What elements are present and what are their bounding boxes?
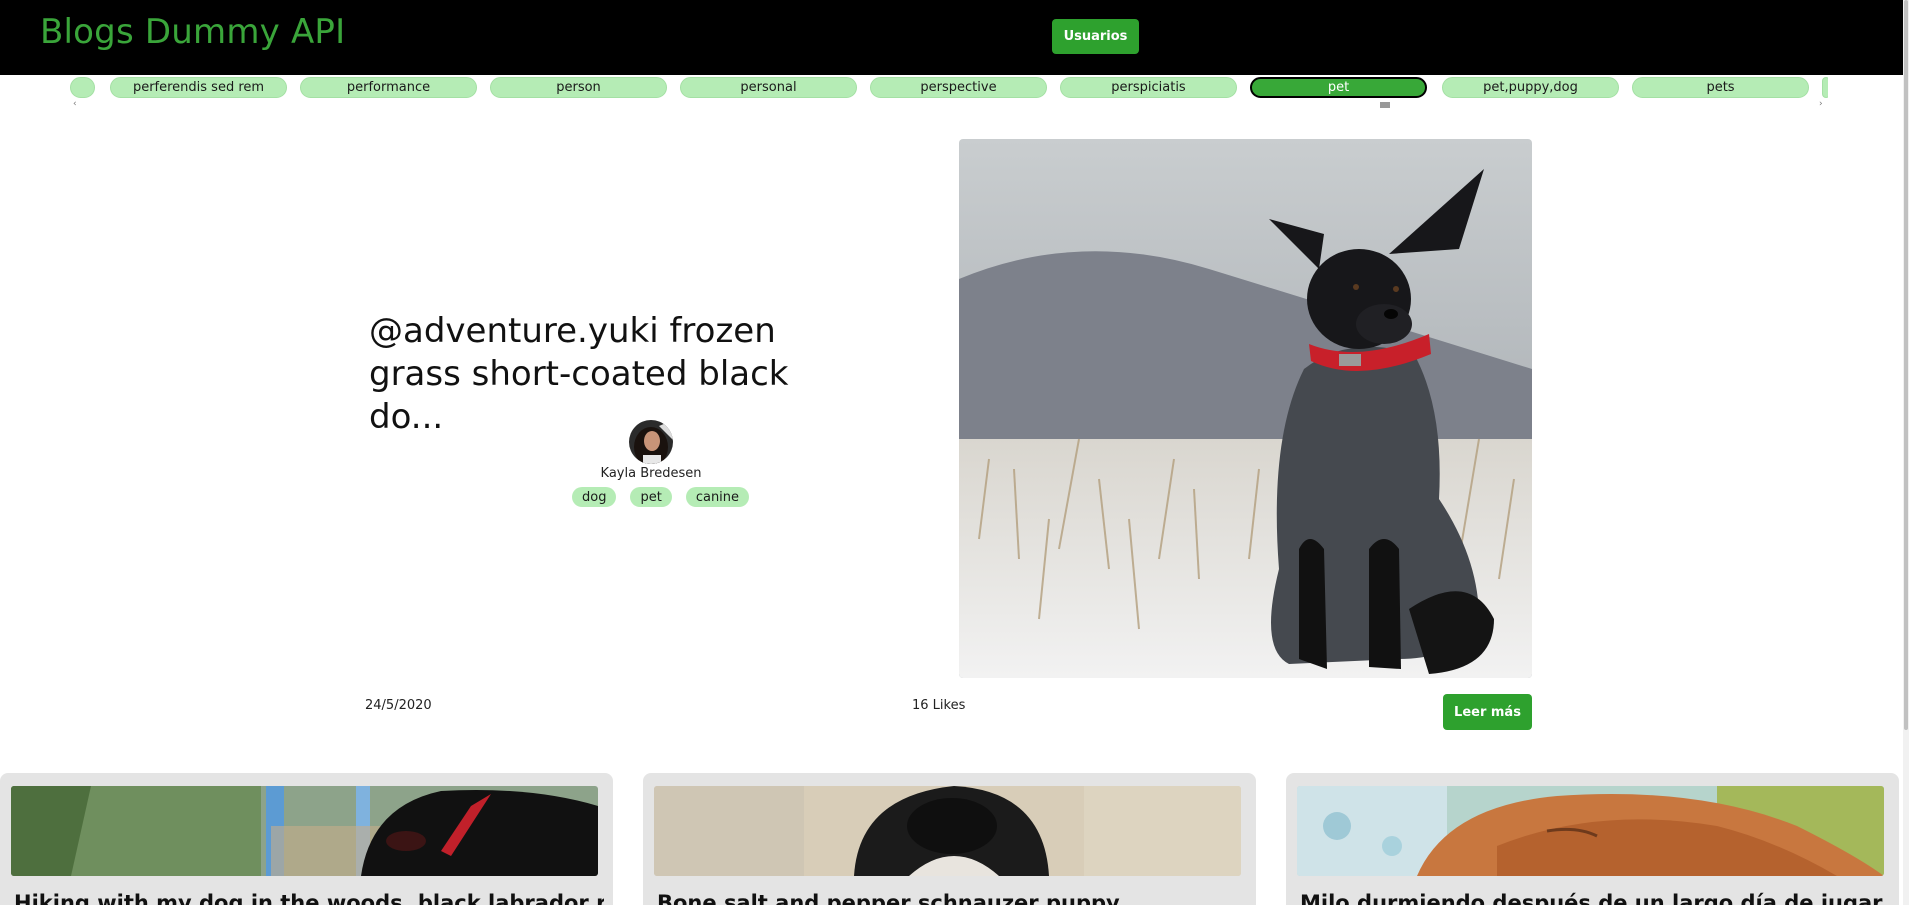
post-date: 24/5/2020 [365, 698, 432, 713]
tag-chip[interactable]: perferendis sed rem [110, 77, 287, 98]
post-card-image[interactable] [654, 786, 1241, 876]
brand-title[interactable]: Blogs Dummy API [40, 12, 345, 52]
tag-chip[interactable]: pet,puppy,dog [1442, 77, 1619, 98]
page-scrollbar[interactable] [1903, 0, 1909, 905]
post-card[interactable]: Milo durmiendo después de un largo día d… [1286, 773, 1899, 905]
tag-chip[interactable]: performance [300, 77, 477, 98]
carousel-scroll-thumb[interactable] [1380, 102, 1390, 108]
author-name[interactable]: Kayla Bredesen [590, 466, 712, 481]
featured-post-image [959, 139, 1532, 678]
post-tag[interactable]: pet [630, 487, 672, 507]
tag-chip[interactable] [70, 77, 95, 98]
post-card-image[interactable] [11, 786, 598, 876]
tag-chip[interactable] [1822, 77, 1828, 98]
tag-carousel[interactable]: perferendis sed rem performance person p… [70, 76, 1828, 98]
carousel-right-arrow-icon[interactable]: › [1819, 100, 1823, 109]
usuarios-button[interactable]: Usuarios [1052, 19, 1139, 54]
tag-chip[interactable]: perspective [870, 77, 1047, 98]
post-card-title[interactable]: Milo durmiendo después de un largo día d… [1300, 891, 1890, 905]
tag-chip-active[interactable]: pet [1250, 77, 1427, 98]
read-more-button[interactable]: Leer más [1443, 694, 1532, 730]
featured-post-title: @adventure.yuki frozen grass short-coate… [369, 311, 789, 437]
tag-chip[interactable]: perspiciatis [1060, 77, 1237, 98]
top-navbar: Blogs Dummy API Usuarios [0, 0, 1903, 75]
post-tag[interactable]: dog [572, 487, 617, 507]
post-tag[interactable]: canine [685, 487, 750, 507]
tag-chip[interactable]: pets [1632, 77, 1809, 98]
tag-chip[interactable]: person [490, 77, 667, 98]
carousel-left-arrow-icon[interactable]: ‹ [73, 100, 77, 109]
post-card-title[interactable]: Bone salt and pepper schnauzer puppy [657, 891, 1247, 905]
page-scrollbar-thumb[interactable] [1904, 0, 1908, 730]
post-card[interactable]: Bone salt and pepper schnauzer puppy [643, 773, 1256, 905]
tag-chip[interactable]: personal [680, 77, 857, 98]
post-card[interactable]: Hiking with my dog in the woods. black l… [0, 773, 613, 905]
post-card-title[interactable]: Hiking with my dog in the woods. black l… [14, 891, 604, 905]
post-card-image[interactable] [1297, 786, 1884, 876]
featured-post-tags: dog pet canine [572, 487, 750, 507]
author-avatar[interactable] [629, 420, 673, 464]
post-likes: 16 Likes [912, 698, 966, 713]
